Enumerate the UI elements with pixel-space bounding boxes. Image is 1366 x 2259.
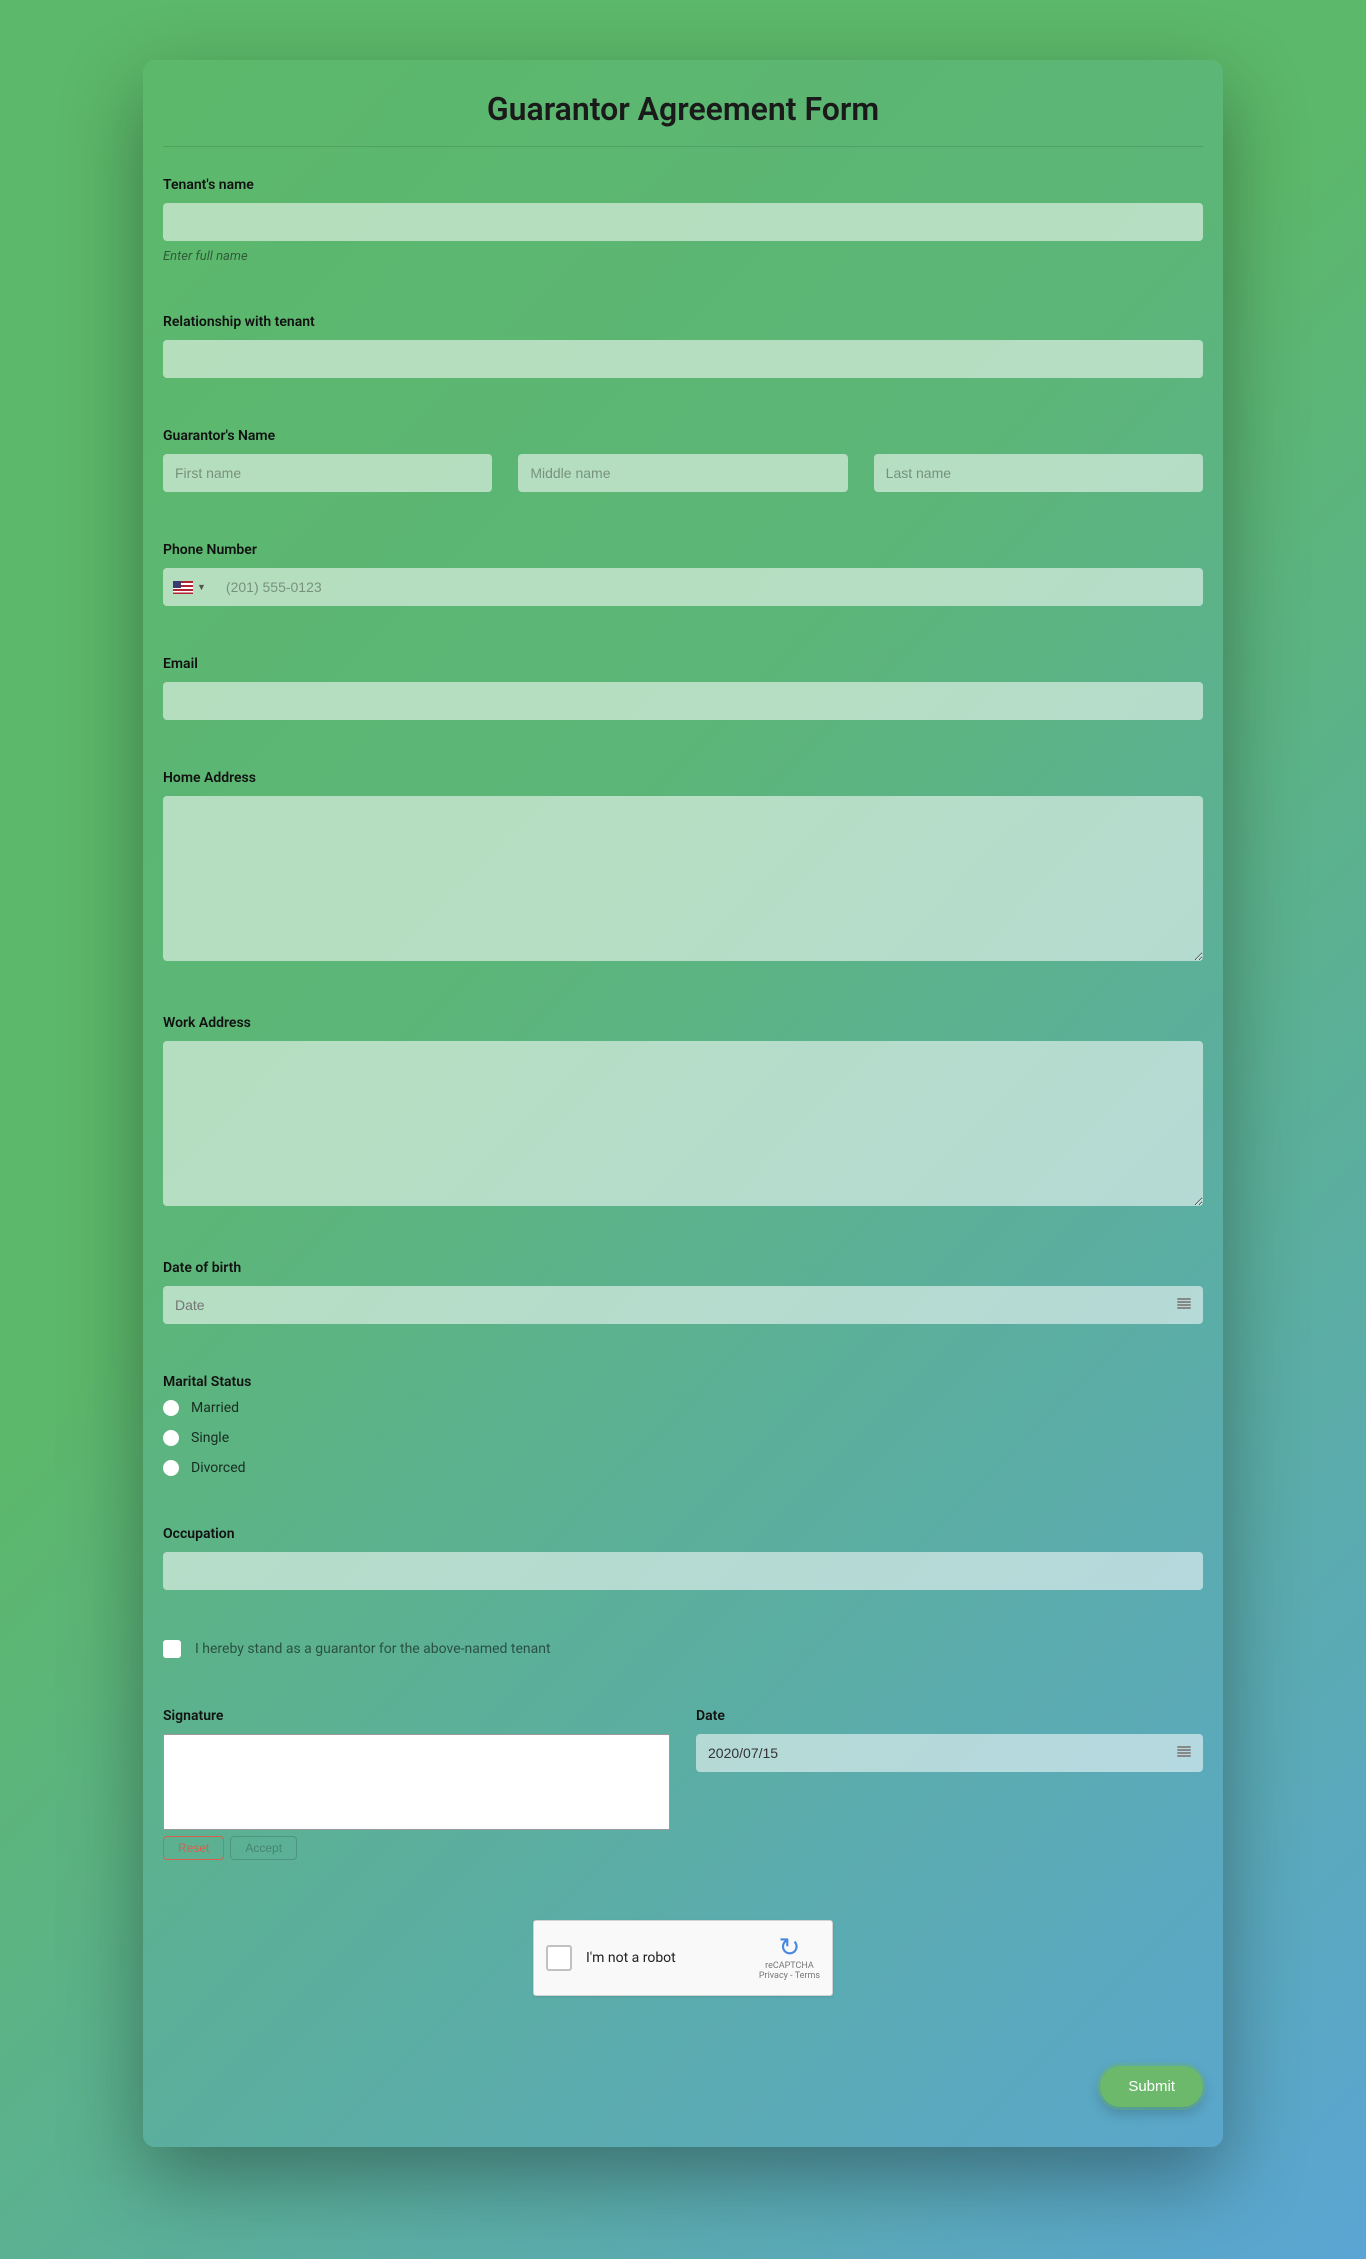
middle-name-input[interactable]	[518, 454, 847, 492]
checkbox-icon	[163, 1640, 181, 1658]
calendar-icon	[1177, 1298, 1191, 1312]
marital-option-divorced[interactable]: Divorced	[163, 1460, 1203, 1476]
recaptcha[interactable]: I'm not a robot ↻ reCAPTCHA Privacy - Te…	[533, 1920, 833, 1996]
signature-btns: Reset Accept	[163, 1836, 670, 1860]
radio-label: Single	[191, 1430, 229, 1446]
country-selector[interactable]: ▼	[163, 568, 216, 606]
guarantor-name-label: Guarantor's Name	[163, 428, 1203, 444]
date-signed-col: Date	[696, 1708, 1203, 1860]
recaptcha-checkbox	[546, 1945, 572, 1971]
signature-col: Signature Reset Accept	[163, 1708, 670, 1860]
signature-accept-button[interactable]: Accept	[230, 1836, 297, 1860]
occupation-group: Occupation	[163, 1526, 1203, 1590]
radio-icon	[163, 1460, 179, 1476]
submit-row: Submit	[163, 2066, 1203, 2107]
tenant-name-input[interactable]	[163, 203, 1203, 241]
work-address-input[interactable]	[163, 1041, 1203, 1206]
radio-label: Married	[191, 1400, 239, 1416]
signature-label: Signature	[163, 1708, 670, 1724]
home-address-group: Home Address	[163, 770, 1203, 965]
tenant-name-label: Tenant's name	[163, 177, 1203, 193]
dob-label: Date of birth	[163, 1260, 1203, 1276]
occupation-input[interactable]	[163, 1552, 1203, 1590]
last-name-input[interactable]	[874, 454, 1203, 492]
email-label: Email	[163, 656, 1203, 672]
us-flag-icon	[173, 581, 193, 594]
radio-icon	[163, 1400, 179, 1416]
phone-label: Phone Number	[163, 542, 1203, 558]
marital-option-married[interactable]: Married	[163, 1400, 1203, 1416]
dob-group: Date of birth	[163, 1260, 1203, 1324]
consent-label: I hereby stand as a guarantor for the ab…	[195, 1641, 551, 1657]
date-signed-input[interactable]	[696, 1734, 1203, 1772]
work-address-group: Work Address	[163, 1015, 1203, 1210]
marital-group: Marital Status Married Single Divorced	[163, 1374, 1203, 1476]
chevron-down-icon: ▼	[197, 582, 206, 593]
signature-reset-button[interactable]: Reset	[163, 1836, 224, 1860]
phone-wrap: ▼	[163, 568, 1203, 606]
email-input[interactable]	[163, 682, 1203, 720]
calendar-icon	[1177, 1746, 1191, 1760]
recaptcha-label: I'm not a robot	[586, 1950, 759, 1966]
name-row	[163, 454, 1203, 492]
guarantor-name-group: Guarantor's Name	[163, 428, 1203, 492]
relationship-label: Relationship with tenant	[163, 314, 1203, 330]
date-signed-label: Date	[696, 1708, 1203, 1724]
signature-date-row: Signature Reset Accept Date	[163, 1708, 1203, 1860]
recaptcha-icon: ↻	[759, 1935, 820, 1961]
marital-list: Married Single Divorced	[163, 1400, 1203, 1476]
occupation-label: Occupation	[163, 1526, 1203, 1542]
phone-group: Phone Number ▼	[163, 542, 1203, 606]
tenant-name-group: Tenant's name Enter full name	[163, 177, 1203, 264]
home-address-input[interactable]	[163, 796, 1203, 961]
relationship-input[interactable]	[163, 340, 1203, 378]
email-group: Email	[163, 656, 1203, 720]
home-address-label: Home Address	[163, 770, 1203, 786]
recaptcha-legal: Privacy - Terms	[759, 1971, 820, 1981]
tenant-name-helper: Enter full name	[163, 249, 1203, 264]
recaptcha-brand: reCAPTCHA	[765, 1961, 814, 1971]
date-signed-wrap	[696, 1734, 1203, 1772]
signature-pad[interactable]	[163, 1734, 670, 1830]
page-title: Guarantor Agreement Form	[163, 90, 1203, 147]
first-name-input[interactable]	[163, 454, 492, 492]
radio-label: Divorced	[191, 1460, 246, 1476]
relationship-group: Relationship with tenant	[163, 314, 1203, 378]
marital-label: Marital Status	[163, 1374, 1203, 1390]
phone-input[interactable]	[216, 568, 1203, 606]
submit-button[interactable]: Submit	[1100, 2066, 1203, 2107]
dob-input[interactable]	[163, 1286, 1203, 1324]
form-card: Guarantor Agreement Form Tenant's name E…	[143, 60, 1223, 2147]
work-address-label: Work Address	[163, 1015, 1203, 1031]
radio-icon	[163, 1430, 179, 1446]
recaptcha-logo: ↻ reCAPTCHA Privacy - Terms	[759, 1935, 820, 1981]
consent-row[interactable]: I hereby stand as a guarantor for the ab…	[163, 1640, 1203, 1658]
dob-wrap	[163, 1286, 1203, 1324]
marital-option-single[interactable]: Single	[163, 1430, 1203, 1446]
